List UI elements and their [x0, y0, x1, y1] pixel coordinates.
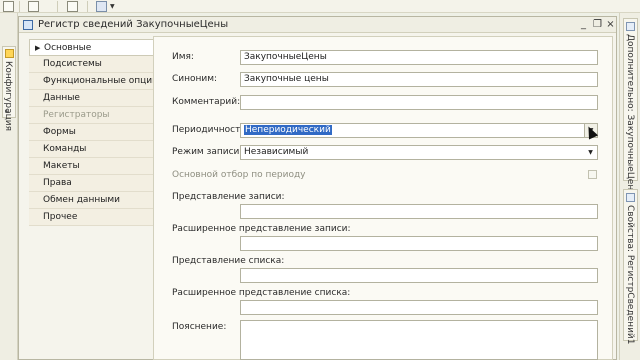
close-icon[interactable]: × [604, 18, 617, 31]
periodicity-select[interactable]: Непериодический ▼ [240, 123, 598, 138]
left-sidebar: Конфигурация ▸ [0, 13, 18, 360]
nav-item-other[interactable]: Прочее [29, 209, 153, 226]
list-presentation-label: Представление списка: [172, 256, 285, 266]
properties-tab-label: Свойства: РегистрСведений1 [625, 205, 635, 345]
window-icon[interactable] [96, 1, 107, 12]
extended-list-presentation-field[interactable] [240, 300, 598, 315]
properties-tab[interactable]: Свойства: РегистрСведений1 [623, 189, 638, 345]
nav-item-main[interactable]: ▶ Основные [29, 39, 153, 56]
name-label: Имя: [172, 52, 194, 62]
nav-item-rights[interactable]: Права [29, 175, 153, 192]
configuration-icon [5, 49, 14, 58]
record-presentation-field[interactable] [240, 204, 598, 219]
toolbar-separator [19, 1, 20, 12]
sections-nav: ▶ Основные Подсистемы Функциональные опц… [29, 39, 158, 359]
nav-item-label: Подсистемы [43, 59, 102, 69]
nav-item-label: Прочее [43, 212, 78, 222]
explanation-textarea[interactable] [240, 320, 598, 360]
nav-item-label: Данные [43, 93, 80, 103]
nav-item-label: Обмен данными [43, 195, 120, 205]
main-filter-checkbox[interactable] [588, 170, 597, 179]
list-presentation-field[interactable] [240, 268, 598, 283]
register-icon [23, 20, 33, 30]
document-icon[interactable] [3, 1, 14, 12]
extended-record-presentation-field[interactable] [240, 236, 598, 251]
additional-tab[interactable]: Дополнительно: ЗакупочныеЦены [623, 18, 638, 197]
properties-icon [626, 193, 635, 202]
toolbar-separator [57, 1, 58, 12]
nav-item-registrars[interactable]: Регистраторы [29, 107, 153, 124]
nav-item-label: Команды [43, 144, 87, 154]
extended-record-presentation-label: Расширенное представление записи: [172, 224, 351, 234]
synonym-field[interactable]: Закупочные цены [240, 72, 598, 87]
comment-label: Комментарий: [172, 97, 241, 107]
additional-icon [626, 22, 635, 31]
write-mode-label: Режим записи: [172, 147, 243, 157]
write-mode-select[interactable]: Независимый ▼ [240, 145, 598, 160]
explanation-label: Пояснение: [172, 322, 227, 332]
chevron-down-icon[interactable]: ▼ [584, 146, 597, 159]
register-window: Регистр сведений ЗакупочныеЦены _ ❐ × ▶ … [18, 16, 617, 360]
nav-item-label: Макеты [43, 161, 80, 171]
nav-item-subsystems[interactable]: Подсистемы [29, 56, 153, 73]
minimize-icon[interactable]: _ [577, 18, 590, 31]
window-titlebar[interactable]: Регистр сведений ЗакупочныеЦены _ ❐ × [19, 17, 616, 33]
table-icon[interactable] [67, 1, 78, 12]
nav-item-functional-options[interactable]: Функциональные опции [29, 73, 158, 90]
window-title: Регистр сведений ЗакупочныеЦены [38, 19, 229, 30]
nav-item-forms[interactable]: Формы [29, 124, 153, 141]
calendar-icon[interactable] [28, 1, 39, 12]
right-sidebar: Дополнительно: ЗакупочныеЦены Свойства: … [619, 13, 640, 360]
nav-item-label: Функциональные опции [43, 76, 158, 86]
main-properties-panel: Имя: ЗакупочныеЦены Синоним: Закупочные … [153, 36, 613, 360]
nav-item-label: Регистраторы [43, 110, 110, 120]
nav-item-data-exchange[interactable]: Обмен данными [29, 192, 153, 209]
configuration-tab-label: Конфигурация [3, 61, 13, 131]
dropdown-arrow-icon[interactable]: ▼ [110, 3, 115, 10]
nav-item-templates[interactable]: Макеты [29, 158, 153, 175]
write-mode-value: Независимый [244, 147, 309, 157]
main-filter-label: Основной отбор по периоду [172, 170, 306, 180]
nav-item-label: Формы [43, 127, 76, 137]
scroll-down-icon[interactable]: ▸ [5, 107, 9, 115]
nav-item-label: Права [43, 178, 72, 188]
record-presentation-label: Представление записи: [172, 192, 285, 202]
name-field[interactable]: ЗакупочныеЦены [240, 50, 598, 65]
synonym-label: Синоним: [172, 74, 218, 84]
periodicity-label: Периодичность: [172, 125, 249, 135]
nav-item-data[interactable]: Данные [29, 90, 153, 107]
extended-list-presentation-label: Расширенное представление списка: [172, 288, 351, 298]
main-toolbar: ▼ [0, 0, 640, 13]
toolbar-separator [87, 1, 88, 12]
comment-field[interactable] [240, 95, 598, 110]
nav-item-commands[interactable]: Команды [29, 141, 153, 158]
nav-item-label: Основные [44, 43, 92, 53]
periodicity-value: Непериодический [244, 125, 332, 135]
additional-tab-label: Дополнительно: ЗакупочныеЦены [625, 34, 635, 198]
maximize-icon[interactable]: ❐ [591, 18, 604, 31]
pointer-right-icon: ▶ [35, 44, 41, 52]
